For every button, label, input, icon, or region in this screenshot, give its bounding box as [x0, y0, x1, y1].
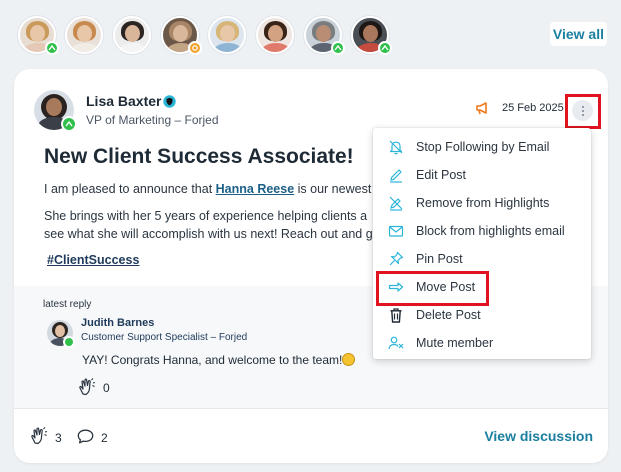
pencil-icon	[390, 169, 402, 183]
trash-icon	[390, 308, 402, 323]
clap-icon[interactable]	[77, 377, 97, 397]
menu-item-delete-post[interactable]: Delete Post	[373, 301, 591, 329]
award-badge-icon	[63, 336, 75, 348]
kebab-icon	[581, 105, 584, 117]
reply-text-content: YAY! Congrats Hanna, and welcome to the …	[82, 353, 343, 367]
menu-item-block-highlights-email[interactable]: Block from highlights email	[373, 217, 591, 245]
verified-shield-icon	[163, 95, 176, 108]
award-badge-icon	[188, 41, 202, 55]
view-all-link[interactable]: View all	[549, 22, 607, 46]
highlight-off-icon	[389, 196, 403, 211]
member-avatar[interactable]	[65, 16, 103, 54]
menu-item-label: Edit Post	[416, 168, 467, 182]
post-date: 25 Feb 2025	[502, 102, 564, 114]
reply-author-name[interactable]: Judith Barnes	[81, 317, 154, 329]
menu-item-edit-post[interactable]: Edit Post	[373, 161, 591, 189]
post-title: New Client Success Associate!	[44, 145, 354, 168]
comment-count: 2	[101, 431, 108, 445]
member-avatar[interactable]	[208, 16, 246, 54]
view-discussion-link[interactable]: View discussion	[484, 428, 593, 444]
award-badge-icon	[378, 41, 392, 55]
award-badge-icon	[45, 41, 59, 55]
member-avatar[interactable]	[256, 16, 294, 54]
author-role: VP of Marketing – Forjed	[86, 113, 219, 127]
menu-item-label: Pin Post	[416, 252, 463, 266]
menu-item-pin-post[interactable]: Pin Post	[373, 245, 591, 273]
menu-item-label: Delete Post	[416, 308, 481, 322]
award-badge-icon	[331, 41, 345, 55]
menu-item-move-post[interactable]: Move Post	[373, 273, 591, 301]
menu-item-label: Stop Following by Email	[416, 140, 550, 154]
megaphone-icon	[476, 102, 487, 115]
more-options-button[interactable]	[572, 100, 593, 121]
clap-icon[interactable]	[29, 426, 49, 446]
menu-item-label: Block from highlights email	[416, 224, 565, 238]
reply-clap-count: 0	[103, 381, 110, 395]
menu-item-label: Move Post	[416, 280, 476, 294]
member-avatar[interactable]	[113, 16, 151, 54]
mail-icon	[388, 225, 404, 237]
post-body-text: see what she will accomplish with us nex…	[44, 227, 373, 241]
mute-user-icon	[388, 336, 404, 350]
arrow-right-icon	[388, 282, 404, 292]
bell-off-icon	[389, 140, 403, 155]
menu-item-stop-following[interactable]: Stop Following by Email	[373, 133, 591, 161]
menu-item-label: Remove from Highlights	[416, 196, 550, 210]
clap-count: 3	[55, 431, 62, 445]
reply-author-role: Customer Support Specialist – Forjed	[81, 332, 248, 343]
author-name[interactable]: Lisa Baxter	[86, 93, 161, 109]
menu-item-label: Mute member	[416, 336, 494, 350]
post-body: I am pleased to announce that Hanna Rees…	[44, 180, 384, 243]
post-body-text: She brings with her 5 years of experienc…	[44, 209, 368, 223]
post-body-text: I am pleased to announce that	[44, 182, 216, 196]
reply-text: YAY! Congrats Hanna, and welcome to the …	[82, 353, 356, 367]
comment-icon[interactable]	[77, 429, 94, 444]
post-footer: 3 2 View discussion	[14, 408, 608, 463]
user-mention-link[interactable]: Hanna Reese	[216, 182, 295, 196]
award-badge-icon	[61, 116, 77, 132]
menu-item-mute-member[interactable]: Mute member	[373, 329, 591, 357]
post-body-text: is our newest	[294, 182, 372, 196]
hashtag-link[interactable]: #ClientSuccess	[47, 253, 139, 267]
menu-item-remove-highlights[interactable]: Remove from Highlights	[373, 189, 591, 217]
pin-icon	[389, 251, 404, 266]
post-options-menu: Stop Following by Email Edit Post Remove…	[373, 128, 591, 359]
smile-emoji-icon	[342, 353, 356, 366]
latest-reply-label: latest reply	[43, 299, 92, 310]
